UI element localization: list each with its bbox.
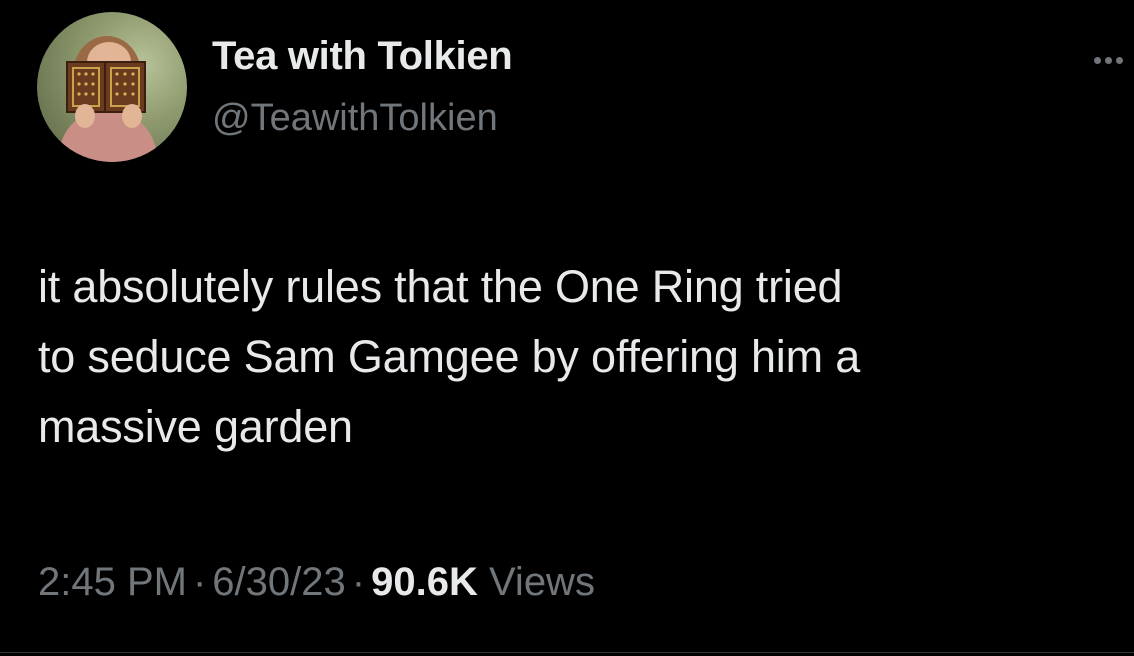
tweet-text-line: it absolutely rules that the One Ring tr… <box>38 261 843 312</box>
user-handle[interactable]: @TeawithTolkien <box>212 97 498 140</box>
views-count[interactable]: 90.6K <box>371 560 478 604</box>
more-horizontal-icon <box>1092 56 1125 64</box>
meta-separator: · <box>351 560 366 604</box>
tweet-text-line: to seduce Sam Gamgee by offering him a <box>38 331 861 382</box>
views-label: Views <box>488 560 595 604</box>
tweet-date[interactable]: 6/30/23 <box>212 560 345 604</box>
meta-separator: · <box>192 560 207 604</box>
tweet-card: Tea with Tolkien @TeawithTolkien it abso… <box>0 0 1134 656</box>
tweet-time[interactable]: 2:45 PM <box>38 560 187 604</box>
more-options-button[interactable] <box>1086 40 1130 80</box>
display-name[interactable]: Tea with Tolkien <box>212 34 513 79</box>
tweet-meta: 2:45 PM · 6/30/23 · 90.6K Views <box>38 560 595 605</box>
avatar-image <box>57 36 159 162</box>
tweet-text: it absolutely rules that the One Ring tr… <box>38 252 1118 462</box>
tweet-text-line: massive garden <box>38 401 353 452</box>
avatar[interactable] <box>37 12 187 162</box>
divider <box>0 652 1134 653</box>
